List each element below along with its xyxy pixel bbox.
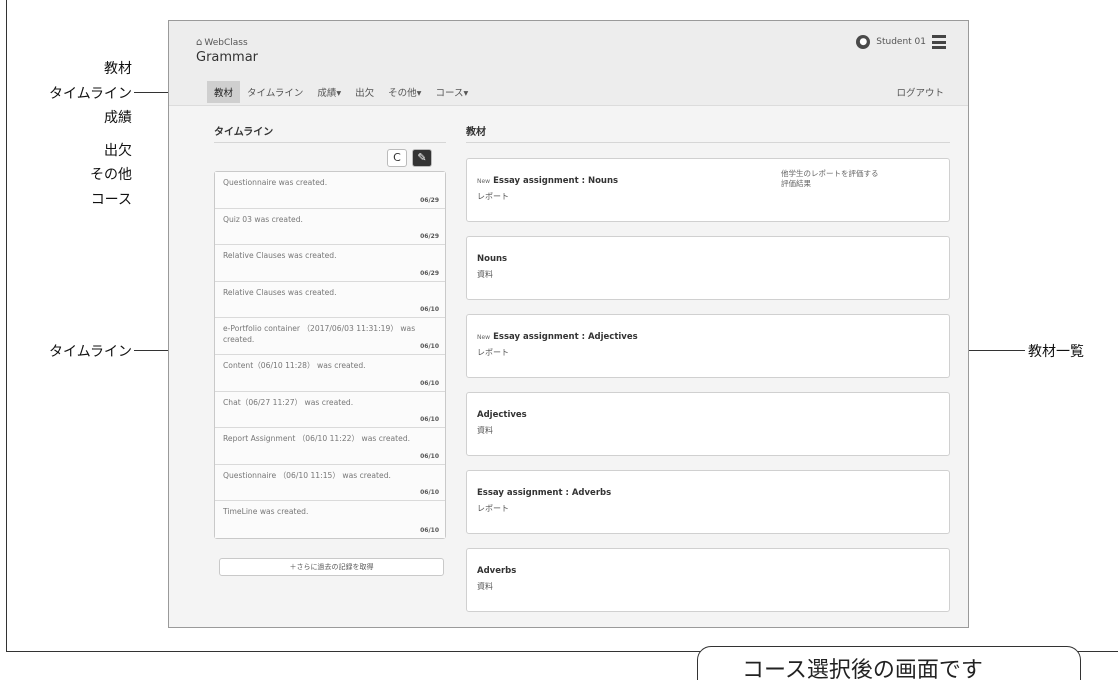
- app-header: ⌂ WebClass Grammar ● Student 01 教材 タイムライン…: [169, 21, 968, 106]
- material-title-text: Essay assignment : Adjectives: [493, 332, 638, 342]
- notification-icon[interactable]: ●: [856, 35, 871, 49]
- nav-course[interactable]: コース▾: [428, 81, 475, 103]
- material-title[interactable]: Adverbs: [477, 566, 516, 576]
- material-type: レポート: [477, 192, 509, 201]
- nav-attendance[interactable]: 出欠: [348, 81, 381, 103]
- nav-other[interactable]: その他▾: [381, 81, 428, 103]
- timeline-item-date: 06/10: [420, 342, 439, 350]
- timeline-item-text: Questionnaire （06/10 11:15） was created.: [223, 470, 391, 480]
- nav-timeline[interactable]: タイムライン: [240, 81, 310, 103]
- material-type: 資料: [477, 426, 493, 435]
- timeline-item-date: 06/10: [420, 526, 439, 534]
- timeline-item-text: Relative Clauses was created.: [223, 287, 337, 297]
- material-type: 資料: [477, 582, 493, 591]
- material-card[interactable]: Nouns 資料: [466, 236, 950, 300]
- material-type: レポート: [477, 504, 509, 513]
- timeline-item-text: Report Assignment （06/10 11:22） was crea…: [223, 434, 411, 444]
- refresh-button[interactable]: C: [387, 149, 407, 167]
- brand[interactable]: ⌂ WebClass: [196, 37, 248, 48]
- material-title-text: Essay assignment : Adverbs: [477, 488, 612, 498]
- timeline-item-text: Relative Clauses was created.: [223, 251, 337, 261]
- main-content: タイムライン C ✎ Questionnaire was created. 06/…: [169, 107, 968, 627]
- timeline-item-text: Content（06/10 11:28） was created.: [223, 360, 366, 370]
- materials-divider: [466, 142, 950, 143]
- annotation-attendance: 出欠: [104, 143, 132, 159]
- material-title-text: Adverbs: [477, 566, 517, 576]
- material-type: レポート: [477, 348, 509, 357]
- avatar: [932, 35, 946, 49]
- material-title[interactable]: Nouns: [477, 254, 507, 264]
- timeline-item-date: 06/10: [420, 452, 439, 460]
- new-badge: New: [477, 334, 491, 341]
- annotation-timeline-panel: タイムライン: [48, 344, 132, 360]
- list-item[interactable]: Chat（06/27 11:27） was created. 06/10: [215, 391, 445, 429]
- timeline-item-text: TimeLine was created.: [223, 507, 309, 517]
- home-icon: ⌂: [196, 37, 203, 48]
- course-title: Grammar: [196, 50, 259, 65]
- list-item[interactable]: Relative Clauses was created. 06/29: [215, 245, 445, 282]
- timeline-item-text: Quiz 03 was created.: [223, 214, 303, 224]
- annotation-timeline-tab: タイムライン: [48, 86, 132, 102]
- annotation-grades: 成績: [104, 110, 132, 126]
- material-type: 資料: [477, 270, 493, 279]
- main-nav: 教材 タイムライン 成績▾ 出欠 その他▾ コース▾: [207, 81, 475, 103]
- peer-review-links[interactable]: 他学生のレポートを評価する 評価結果: [781, 169, 879, 189]
- material-title-text: Essay assignment : Nouns: [493, 176, 619, 186]
- app-screenshot: ⌂ WebClass Grammar ● Student 01 教材 タイムライン…: [168, 20, 969, 628]
- review-result-link[interactable]: 評価結果: [781, 179, 879, 189]
- list-item[interactable]: Relative Clauses was created. 06/10: [215, 281, 445, 319]
- annotation-materials: 教材: [104, 61, 132, 77]
- timeline-item-date: 06/29: [420, 269, 439, 277]
- list-item[interactable]: Questionnaire （06/10 11:15） was created.…: [215, 464, 445, 502]
- material-card[interactable]: New Essay assignment : Nouns レポート 他学生のレポー…: [466, 158, 950, 222]
- timeline-item-date: 06/29: [420, 196, 439, 204]
- timeline-item-text: e-Portfolio container （2017/06/03 11:31:…: [223, 324, 416, 345]
- timeline-item-date: 06/10: [420, 416, 439, 424]
- timeline-item-text: Questionnaire was created.: [223, 178, 328, 187]
- timeline-item-date: 06/10: [420, 489, 439, 497]
- material-card[interactable]: Adjectives 資料: [466, 392, 950, 456]
- material-title[interactable]: Adjectives: [477, 410, 527, 420]
- caption-text: コース選択後の画面です: [742, 658, 983, 680]
- list-item[interactable]: Report Assignment （06/10 11:22） was crea…: [215, 428, 445, 465]
- timeline-item-date: 06/29: [420, 233, 439, 241]
- timeline-heading: タイムライン: [214, 127, 274, 138]
- new-badge: New: [477, 178, 491, 185]
- nav-materials[interactable]: 教材: [207, 81, 241, 103]
- list-item[interactable]: e-Portfolio container （2017/06/03 11:31:…: [215, 318, 445, 355]
- material-title[interactable]: Essay assignment : Adverbs: [477, 488, 611, 498]
- nav-grades[interactable]: 成績▾: [310, 81, 348, 103]
- timeline-divider: [214, 142, 446, 143]
- material-card[interactable]: New Essay assignment : Adjectives レポート: [466, 314, 950, 378]
- timeline-item-date: 06/10: [420, 379, 439, 387]
- material-card[interactable]: Adverbs 資料: [466, 548, 950, 612]
- list-item[interactable]: TimeLine was created. 06/10: [215, 501, 445, 538]
- logout-link[interactable]: ログアウト: [896, 85, 944, 99]
- peer-review-link[interactable]: 他学生のレポートを評価する: [781, 169, 879, 179]
- material-title[interactable]: New Essay assignment : Adjectives: [477, 332, 638, 342]
- timeline-item-date: 06/10: [420, 306, 439, 314]
- load-more-button[interactable]: ＋さらに過去の記録を取得: [219, 558, 444, 576]
- annotation-course: コース: [90, 192, 132, 208]
- user-menu[interactable]: ● Student 01: [856, 35, 946, 49]
- user-name: Student 01: [876, 37, 926, 47]
- materials-heading: 教材: [466, 127, 486, 138]
- annotation-other: その他: [90, 167, 132, 183]
- list-item[interactable]: Questionnaire was created. 06/29: [215, 172, 445, 209]
- material-card[interactable]: Essay assignment : Adverbs レポート: [466, 470, 950, 534]
- brand-name: WebClass: [204, 38, 248, 48]
- timeline-list: Questionnaire was created. 06/29 Quiz 03 …: [214, 171, 446, 539]
- material-title-text: Nouns: [477, 254, 508, 264]
- annotation-materials-list: 教材一覧: [1028, 344, 1084, 360]
- edit-button[interactable]: ✎: [412, 149, 432, 167]
- leader-line-materials: [963, 350, 1025, 351]
- timeline-item-text: Chat（06/27 11:27） was created.: [223, 397, 354, 407]
- list-item[interactable]: Content（06/10 11:28） was created. 06/10: [215, 354, 445, 392]
- material-title[interactable]: New Essay assignment : Nouns: [477, 176, 618, 186]
- material-title-text: Adjectives: [477, 410, 527, 420]
- list-item[interactable]: Quiz 03 was created. 06/29: [215, 208, 445, 246]
